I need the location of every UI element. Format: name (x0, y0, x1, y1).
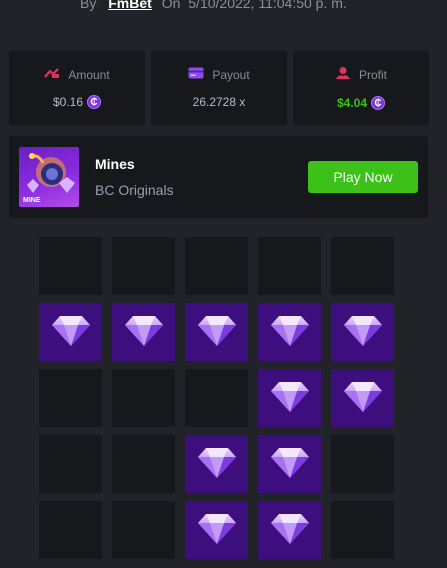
stat-profit-value: $4.04 (336, 96, 368, 110)
coin-icon: ₵ (87, 95, 102, 109)
gem-icon (51, 313, 91, 352)
bet-detail-page: By FmBet On 5/10/2022, 11:04:50 p. m. Am… (0, 0, 447, 568)
board-tile (331, 435, 394, 493)
gem-icon (197, 313, 237, 352)
board-tile (112, 369, 175, 427)
board-tile-gem (185, 303, 248, 361)
board-tile (112, 237, 175, 295)
by-label: By (80, 0, 97, 11)
stat-payout-label: Payout (212, 67, 250, 82)
on-label: On (161, 0, 181, 11)
stat-payout-value: 26.2728 x (192, 95, 246, 109)
board-tile-gem (112, 303, 175, 361)
coin-icon: ₵ (371, 96, 386, 110)
mines-board (39, 237, 394, 559)
board-tile (112, 435, 175, 493)
gem-icon (343, 313, 383, 352)
board-tile-gem (185, 501, 248, 559)
board-tile-gem (185, 435, 248, 493)
bet-amount-icon (44, 67, 60, 82)
stat-profit: Profit $4.04 ₵ (293, 51, 429, 125)
gem-icon (270, 379, 310, 418)
bet-stats: Amount $0.16 ₵ Payout 26.2728 x Profit $… (9, 51, 429, 125)
stat-amount: Amount $0.16 ₵ (9, 51, 145, 125)
stat-amount-label: Amount (68, 67, 110, 82)
board-tile (258, 237, 321, 295)
board-tile-gem (258, 369, 321, 427)
play-now-button[interactable]: Play Now (308, 161, 418, 193)
board-tile (185, 237, 248, 295)
gem-icon (343, 379, 383, 418)
gem-icon (197, 511, 237, 550)
thumb-label: MINE (23, 197, 41, 204)
board-tile (331, 501, 394, 559)
stat-payout: Payout 26.2728 x (151, 51, 287, 125)
board-tile-gem (258, 501, 321, 559)
game-subtitle: BC Originals (95, 182, 174, 198)
payout-card-icon (188, 67, 204, 82)
game-title: Mines (95, 156, 135, 172)
board-tile-gem (39, 303, 102, 361)
board-tile (39, 237, 102, 295)
board-tile-gem (331, 369, 394, 427)
board-tile (39, 501, 102, 559)
gem-icon (197, 445, 237, 484)
gem-icon (270, 511, 310, 550)
bet-datetime: 5/10/2022, 11:04:50 p. m. (188, 0, 347, 11)
gem-icon (270, 313, 310, 352)
gem-icon (124, 313, 164, 352)
board-tile (39, 369, 102, 427)
gem-icon (270, 445, 310, 484)
stat-amount-value: $0.16 (52, 95, 84, 109)
game-card: MINE Mines BC Originals Play Now (9, 136, 428, 218)
board-tile-gem (258, 435, 321, 493)
bet-byline: By FmBet On 5/10/2022, 11:04:50 p. m. (80, 0, 347, 11)
game-thumbnail[interactable]: MINE (19, 147, 79, 207)
board-tile-gem (258, 303, 321, 361)
board-tile (39, 435, 102, 493)
board-tile-gem (331, 303, 394, 361)
board-tile (331, 237, 394, 295)
board-tile (185, 369, 248, 427)
profit-icon (335, 66, 351, 83)
username-link[interactable]: FmBet (108, 0, 152, 11)
stat-profit-label: Profit (358, 67, 387, 82)
board-tile (112, 501, 175, 559)
